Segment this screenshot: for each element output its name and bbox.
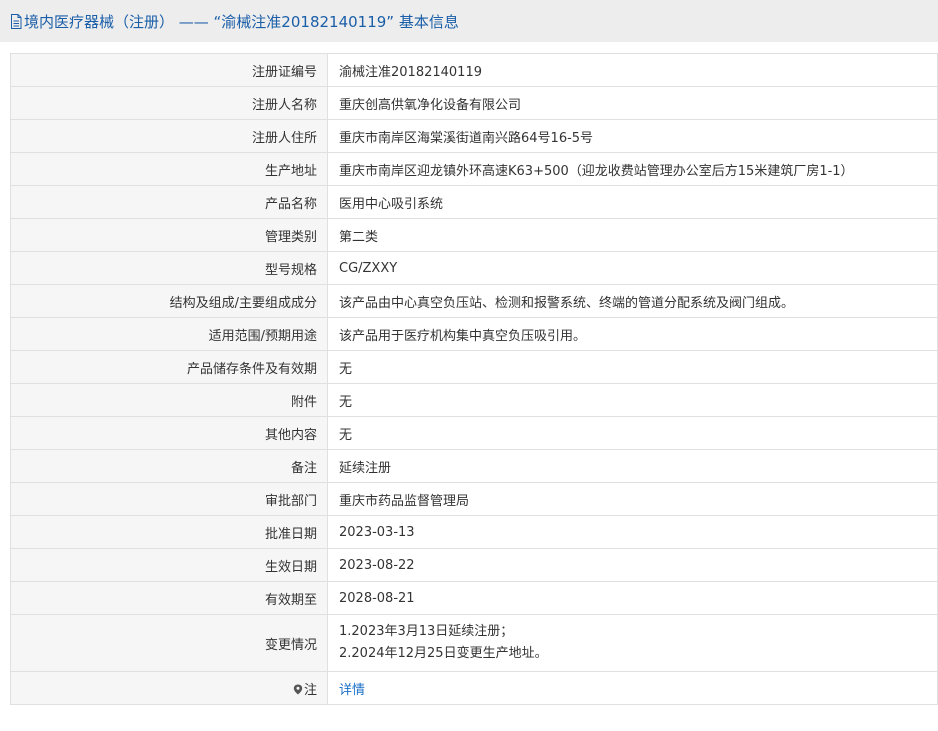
registration-info-table: 注册证编号 渝械注准20182140119 注册人名称 重庆创高供氧净化设备有限… [10, 53, 938, 705]
changes-row: 变更情况 1.2023年3月13日延续注册； 2.2024年12月25日变更生产… [10, 614, 938, 672]
table-row: 注册人住所 重庆市南岸区海棠溪街道南兴路64号16-5号 [10, 119, 938, 153]
row-value: 重庆市药品监督管理局 [327, 482, 938, 516]
changes-value: 1.2023年3月13日延续注册； 2.2024年12月25日变更生产地址。 [327, 614, 938, 672]
note-label: 注 [303, 682, 317, 698]
row-value: 重庆市南岸区海棠溪街道南兴路64号16-5号 [327, 119, 938, 153]
row-value: 渝械注准20182140119 [327, 53, 938, 87]
table-row: 批准日期 2023-03-13 [10, 515, 938, 549]
row-value: 无 [327, 350, 938, 384]
page-header: 境内医疗器械（注册） —— “渝械注准20182140119” 基本信息 [0, 0, 938, 42]
row-label: 注册人住所 [10, 119, 328, 153]
table-row: 审批部门 重庆市药品监督管理局 [10, 482, 938, 516]
row-value: 该产品由中心真空负压站、检测和报警系统、终端的管道分配系统及阀门组成。 [327, 284, 938, 318]
row-label: 注册证编号 [10, 53, 328, 87]
table-row: 型号规格 CG/ZXXY [10, 251, 938, 285]
document-icon [11, 13, 22, 29]
table-row: 管理类别 第二类 [10, 218, 938, 252]
row-value: 重庆创高供氧净化设备有限公司 [327, 86, 938, 120]
table-row: 注册证编号 渝械注准20182140119 [10, 53, 938, 87]
info-table-body: 注册证编号 渝械注准20182140119 注册人名称 重庆创高供氧净化设备有限… [10, 53, 938, 705]
table-row: 注册人名称 重庆创高供氧净化设备有限公司 [10, 86, 938, 120]
table-row: 备注 延续注册 [10, 449, 938, 483]
changes-label: 变更情况 [10, 614, 328, 672]
row-label: 附件 [10, 383, 328, 417]
row-label: 管理类别 [10, 218, 328, 252]
details-link[interactable]: 详情 [339, 683, 365, 698]
row-label: 审批部门 [10, 482, 328, 516]
note-label-cell: 注 [10, 671, 328, 705]
row-label: 注册人名称 [10, 86, 328, 120]
row-label: 生效日期 [10, 548, 328, 582]
row-label: 备注 [10, 449, 328, 483]
row-label: 生产地址 [10, 152, 328, 186]
row-value: CG/ZXXY [327, 251, 938, 285]
row-label: 适用范围/预期用途 [10, 317, 328, 351]
table-row: 适用范围/预期用途 该产品用于医疗机构集中真空负压吸引用。 [10, 317, 938, 351]
row-value: 重庆市南岸区迎龙镇外环高速K63+500（迎龙收费站管理办公室后方15米建筑厂房… [327, 152, 938, 186]
row-label: 有效期至 [10, 581, 328, 615]
row-value: 2028-08-21 [327, 581, 938, 615]
table-row: 附件 无 [10, 383, 938, 417]
pin-icon [293, 684, 303, 694]
table-row: 其他内容 无 [10, 416, 938, 450]
note-value-cell: 详情 [327, 671, 938, 705]
row-value: 无 [327, 416, 938, 450]
row-label: 型号规格 [10, 251, 328, 285]
row-value: 无 [327, 383, 938, 417]
table-row: 有效期至 2028-08-21 [10, 581, 938, 615]
table-row: 产品名称 医用中心吸引系统 [10, 185, 938, 219]
row-value: 2023-08-22 [327, 548, 938, 582]
row-value: 医用中心吸引系统 [327, 185, 938, 219]
row-value: 第二类 [327, 218, 938, 252]
table-row: 产品储存条件及有效期 无 [10, 350, 938, 384]
change-line: 2.2024年12月25日变更生产地址。 [339, 646, 548, 661]
page-title: 境内医疗器械（注册） —— “渝械注准20182140119” 基本信息 [24, 12, 459, 31]
row-label: 产品储存条件及有效期 [10, 350, 328, 384]
row-value: 该产品用于医疗机构集中真空负压吸引用。 [327, 317, 938, 351]
change-line: 1.2023年3月13日延续注册； [339, 624, 514, 639]
row-label: 产品名称 [10, 185, 328, 219]
row-label: 结构及组成/主要组成成分 [10, 284, 328, 318]
row-label: 批准日期 [10, 515, 328, 549]
row-value: 延续注册 [327, 449, 938, 483]
row-value: 2023-03-13 [327, 515, 938, 549]
note-row: 注 详情 [10, 671, 938, 705]
table-row: 结构及组成/主要组成成分 该产品由中心真空负压站、检测和报警系统、终端的管道分配… [10, 284, 938, 318]
table-row: 生效日期 2023-08-22 [10, 548, 938, 582]
row-label: 其他内容 [10, 416, 328, 450]
table-row: 生产地址 重庆市南岸区迎龙镇外环高速K63+500（迎龙收费站管理办公室后方15… [10, 152, 938, 186]
